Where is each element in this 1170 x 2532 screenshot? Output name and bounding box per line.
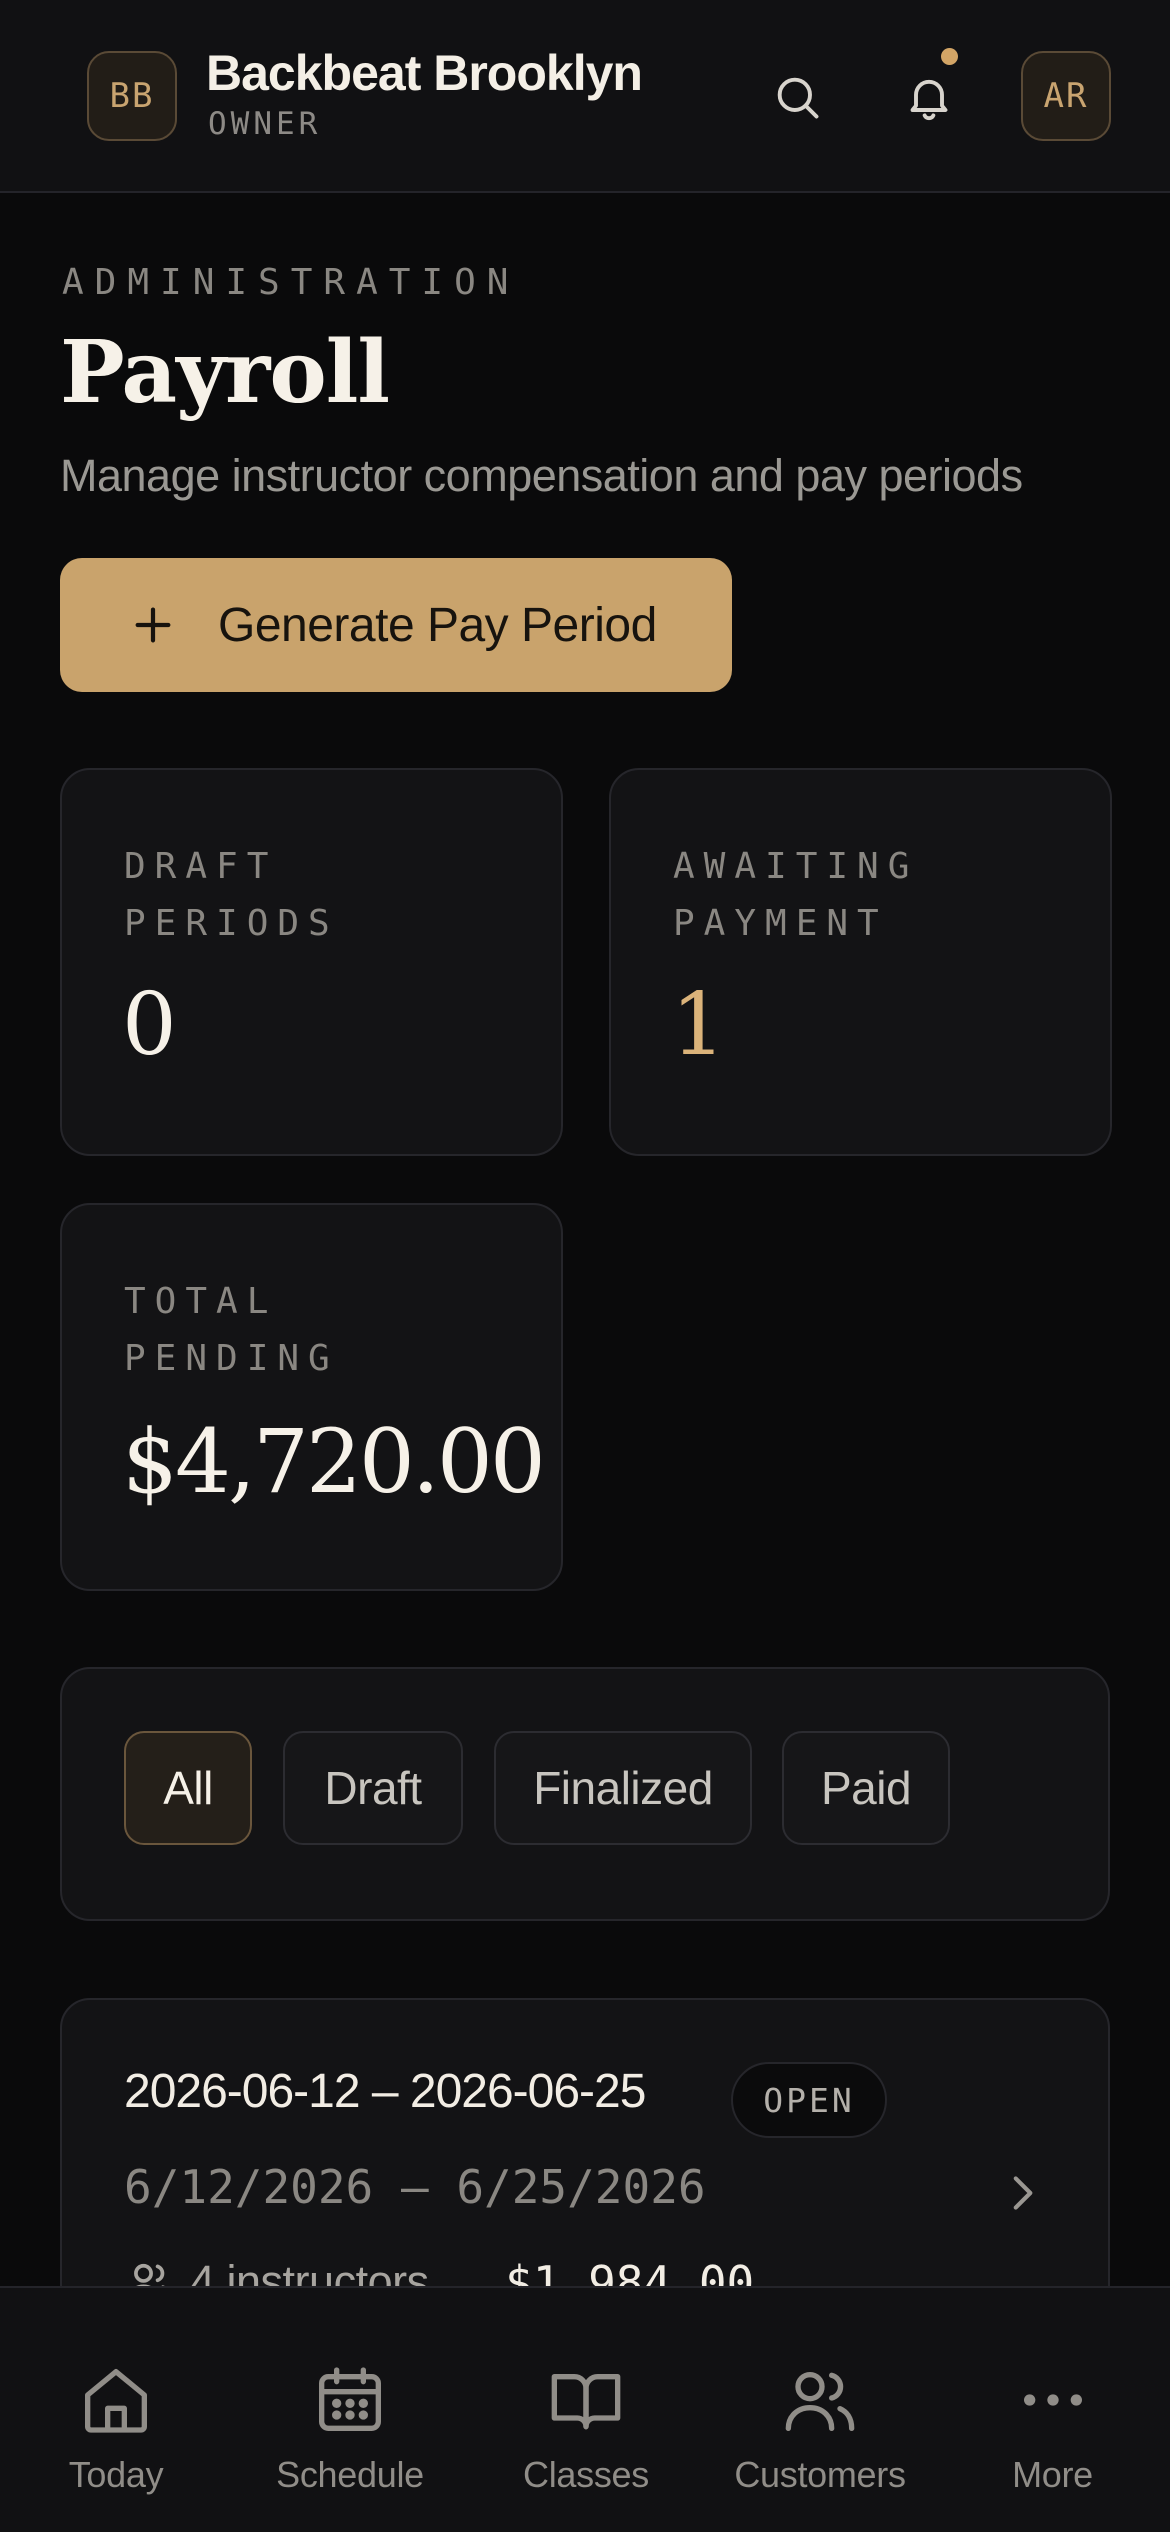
- status-badge: OPEN: [731, 2062, 887, 2138]
- calendar-icon: [319, 2367, 382, 2431]
- more-dots-icon: [1023, 2394, 1082, 2406]
- stat-label: DRAFT PERIODS: [124, 846, 339, 944]
- nav-item-schedule[interactable]: Schedule: [260, 2288, 440, 2532]
- org-badge[interactable]: BB: [87, 51, 177, 141]
- generate-pay-period-button[interactable]: Generate Pay Period: [60, 558, 732, 692]
- users-icon: [785, 2372, 855, 2431]
- search-button[interactable]: [762, 62, 832, 132]
- home-icon: [85, 2369, 147, 2433]
- plus-icon: [128, 600, 178, 650]
- user-avatar[interactable]: AR: [1021, 51, 1111, 141]
- page-subtitle: Manage instructor compensation and pay p…: [60, 450, 1023, 501]
- stat-value: $4,720.00: [122, 1410, 546, 1513]
- generate-pay-period-label: Generate Pay Period: [218, 598, 657, 652]
- stat-value: 0: [122, 975, 177, 1075]
- stat-card-total-pending: TOTAL PENDING $4,720.00: [60, 1203, 563, 1591]
- period-range: 2026-06-12 – 2026-06-25: [124, 2065, 646, 2118]
- nav-label: Schedule: [276, 2454, 424, 2495]
- notification-dot: [941, 48, 958, 65]
- filter-chip-paid[interactable]: Paid: [782, 1731, 950, 1845]
- bell-icon: [910, 79, 948, 121]
- stat-card-awaiting-payment: AWAITING PAYMENT 1: [609, 768, 1112, 1156]
- section-eyebrow: ADMINISTRATION: [62, 262, 520, 303]
- period-dates: 6/12/2026 – 6/25/2026: [124, 2160, 706, 2214]
- stat-label: AWAITING PAYMENT: [673, 846, 919, 944]
- stat-value: 1: [671, 975, 726, 1075]
- app-header: BB Backbeat Brooklyn OWNER AR: [0, 0, 1170, 193]
- payroll-screen: BB Backbeat Brooklyn OWNER AR ADMINISTRA…: [0, 0, 1170, 2532]
- nav-item-more[interactable]: More: [970, 2288, 1135, 2532]
- nav-item-classes[interactable]: Classes: [500, 2288, 672, 2532]
- filter-chip-all[interactable]: All: [124, 1731, 252, 1845]
- stat-label: TOTAL PENDING: [124, 1281, 339, 1379]
- page-title: Payroll: [60, 322, 390, 423]
- stat-card-draft-periods: DRAFT PERIODS 0: [60, 768, 563, 1156]
- filter-chip-draft[interactable]: Draft: [283, 1731, 463, 1845]
- bottom-navigation: Today Schedule Classes Customers More: [0, 2286, 1170, 2532]
- chevron-right-icon: [1013, 2176, 1033, 2210]
- org-role: OWNER: [208, 106, 322, 142]
- status-filter-panel: All Draft Finalized Paid: [60, 1667, 1110, 1921]
- nav-item-today[interactable]: Today: [30, 2288, 202, 2532]
- book-open-icon: [551, 2374, 621, 2430]
- notifications-button[interactable]: [894, 62, 964, 132]
- filter-chip-finalized[interactable]: Finalized: [494, 1731, 752, 1845]
- nav-label: Classes: [523, 2454, 649, 2495]
- nav-label: More: [1012, 2454, 1093, 2495]
- org-name: Backbeat Brooklyn: [206, 45, 643, 101]
- nav-label: Customers: [734, 2454, 906, 2495]
- search-icon: [777, 77, 819, 119]
- nav-item-customers[interactable]: Customers: [720, 2288, 920, 2532]
- nav-label: Today: [68, 2454, 164, 2495]
